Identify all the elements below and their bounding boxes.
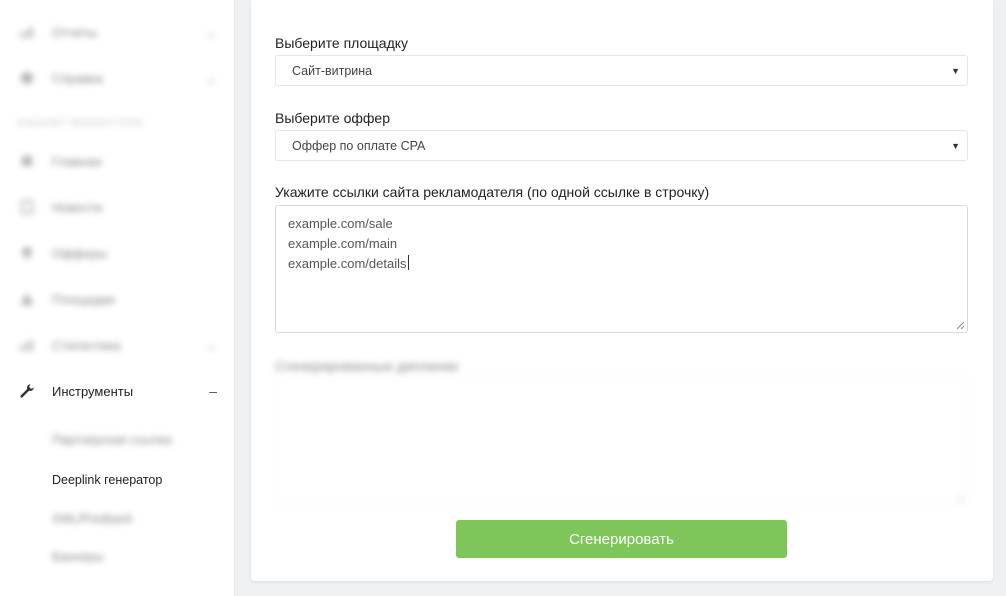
sidebar-item-offers[interactable]: Офферы: [0, 233, 235, 273]
help-icon: [18, 69, 36, 87]
caret-down-icon: ▼: [951, 140, 960, 151]
sidebar-item-label: Офферы: [52, 245, 108, 261]
chevron-down-icon: ⌄: [205, 69, 217, 86]
news-icon: [18, 198, 36, 216]
generated-links-label: Сгенерированные диплинки: [275, 358, 458, 374]
link-line: example.com/sale: [288, 216, 393, 231]
caret-down-icon: ▼: [951, 65, 960, 76]
offer-select[interactable]: Оффер по оплате CPA ▼: [275, 130, 968, 161]
sidebar-item-home[interactable]: Главная: [0, 141, 235, 181]
offers-icon: [18, 244, 36, 262]
generated-links-textarea[interactable]: [275, 378, 968, 506]
sidebar: Отчеты ⌄ Справка ⌄ Кабинет вебмастера Гл…: [0, 0, 235, 596]
sidebar-item-help[interactable]: Справка ⌄: [0, 58, 235, 98]
sidebar-item-reports[interactable]: Отчеты ⌄: [0, 12, 235, 52]
platform-label: Выберите площадку: [275, 35, 409, 51]
offer-label: Выберите оффер: [275, 110, 390, 126]
offer-select-value: Оффер по оплате CPA: [292, 138, 426, 153]
chevron-down-icon: ⌄: [205, 23, 217, 40]
sidebar-item-label: Отчеты: [52, 24, 97, 40]
link-line: example.com/details: [288, 256, 407, 271]
chart-icon: [18, 23, 36, 41]
links-label: Укажите ссылки сайта рекламодателя (по о…: [275, 184, 710, 200]
sidebar-item-label: Статистика: [52, 337, 121, 353]
link-line: example.com/main: [288, 236, 398, 251]
sidebar-item-label: Главная: [52, 153, 102, 169]
sidebar-subitem-partner-link[interactable]: Партнерская ссылка: [52, 433, 172, 447]
platform-select[interactable]: Сайт-витрина ▼: [275, 55, 968, 86]
resize-grip-icon[interactable]: [956, 321, 965, 330]
home-icon: [18, 152, 36, 170]
links-textarea[interactable]: example.com/sale example.com/main exampl…: [275, 205, 968, 333]
sidebar-item-label: Инструменты: [52, 383, 134, 399]
wrench-icon: [18, 382, 36, 400]
sidebar-item-label: Площадки: [52, 291, 115, 307]
sidebar-subitem-deeplink-generator[interactable]: Deeplink генератор: [52, 473, 162, 487]
sidebar-section-caption: Кабинет вебмастера: [18, 118, 144, 129]
text-cursor: [407, 255, 409, 270]
resize-grip-icon[interactable]: [956, 494, 965, 503]
sidebar-item-label: Новости: [52, 199, 103, 215]
sidebar-subitem-xml-postback[interactable]: XML/Postback: [52, 512, 133, 526]
sidebar-subitem-banners[interactable]: Баннеры: [52, 550, 104, 564]
chart-icon: [18, 336, 36, 354]
collapse-icon[interactable]: –: [209, 383, 217, 399]
deeplink-form-card: Выберите площадку Сайт-витрина ▼ Выберит…: [251, 0, 993, 581]
platform-select-value: Сайт-витрина: [292, 63, 373, 78]
generate-button[interactable]: Сгенерировать: [456, 520, 787, 558]
sidebar-item-tools[interactable]: Инструменты –: [0, 371, 235, 411]
sidebar-item-news[interactable]: Новости: [0, 187, 235, 227]
sidebar-item-stats[interactable]: Статистика ⌄: [0, 325, 235, 365]
sidebar-item-label: Справка: [52, 70, 103, 86]
platforms-icon: [18, 290, 36, 308]
chevron-down-icon: ⌄: [205, 336, 217, 353]
sidebar-item-platforms[interactable]: Площадки: [0, 279, 235, 319]
